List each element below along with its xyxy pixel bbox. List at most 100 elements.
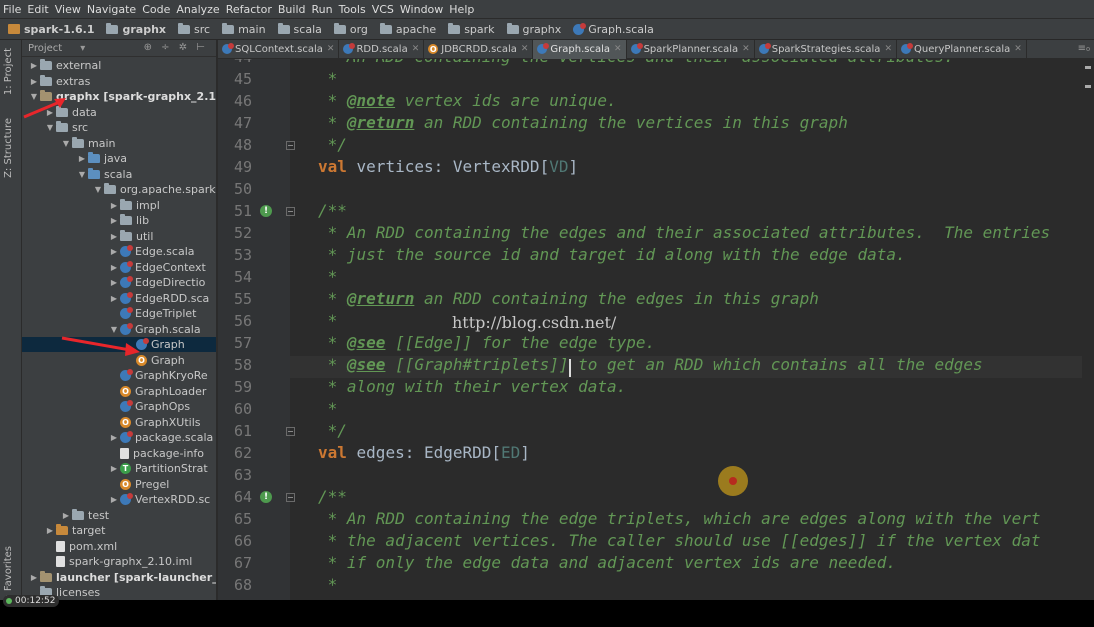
expand-down-icon[interactable]: ▼ [60,139,72,148]
code-line[interactable]: * [318,68,338,90]
implementation-marker-icon[interactable]: ! [260,205,272,217]
fold-icon[interactable] [286,493,295,502]
menu-item-build[interactable]: Build [278,3,306,16]
panel-controls-icon[interactable]: ⊕ ÷ ✲ ⊢ [144,42,208,53]
close-icon[interactable]: ✕ [884,44,892,54]
tree-item[interactable]: ▶ java [22,151,216,166]
right-marker-strip[interactable] [1082,59,1094,607]
menu-item-refactor[interactable]: Refactor [226,3,272,16]
expand-right-icon[interactable]: ▶ [108,294,120,303]
menu-item-tools[interactable]: Tools [339,3,366,16]
expand-right-icon[interactable]: ▶ [76,154,88,163]
expand-right-icon[interactable]: ▶ [28,573,40,582]
menu-item-analyze[interactable]: Analyze [176,3,219,16]
tree-item[interactable]: ▶ impl [22,198,216,213]
breadcrumb-item[interactable]: graphx [106,22,166,36]
close-icon[interactable]: ✕ [1014,44,1022,54]
close-icon[interactable]: ✕ [412,44,420,54]
code-line[interactable]: * along with their vertex data. [318,376,627,398]
expand-right-icon[interactable]: ▶ [108,216,120,225]
tree-item[interactable]: O Pregel [22,477,216,492]
expand-right-icon[interactable]: ▶ [108,263,120,272]
code-line[interactable]: * [318,266,338,288]
menu-item-window[interactable]: Window [400,3,443,16]
tab-list-icon[interactable]: ≡₀ [1078,43,1090,54]
close-icon[interactable]: ✕ [614,44,622,54]
code-line[interactable]: /** [318,486,347,508]
expand-right-icon[interactable]: ▶ [108,201,120,210]
tree-item[interactable]: package-info [22,446,216,461]
tree-item[interactable]: ▶ test [22,508,216,523]
expand-right-icon[interactable]: ▶ [108,464,120,473]
code-line[interactable]: * just the source id and target id along… [318,244,906,266]
code-editor[interactable]: 44 45 46 47 48 49 50 51! 52 53 54 55 56 57 58 59 60 61 62 6… [218,59,1094,607]
editor-tab[interactable]: SparkStrategies.scala ✕ [755,39,897,59]
tree-item[interactable]: ▶ package.scala [22,430,216,445]
expand-right-icon[interactable]: ▶ [108,433,120,442]
chevron-down-icon[interactable]: ▾ [80,43,85,54]
expand-right-icon[interactable]: ▶ [44,526,56,535]
expand-right-icon[interactable]: ▶ [108,278,120,287]
menu-item-file[interactable]: File [3,3,21,16]
breadcrumb-item[interactable]: scala [277,22,322,36]
code-line[interactable]: * @return an RDD containing the vertices… [318,112,848,134]
fold-icon[interactable] [286,141,295,150]
close-icon[interactable]: ✕ [742,44,750,54]
code-line[interactable]: * @see [[Graph#triplets]] to get an RDD … [318,354,983,376]
code-line[interactable]: */ [318,420,347,442]
error-stripe-marker[interactable] [1085,85,1091,88]
tree-item[interactable]: ▶ launcher [spark-launcher_2.10 [22,570,216,585]
menu-item-view[interactable]: View [55,3,81,16]
code-line[interactable]: * @return an RDD containing the edges in… [318,288,819,310]
code-line[interactable]: * @note vertex ids are unique. [318,90,617,112]
code-line[interactable]: */ [318,134,347,156]
tree-item[interactable]: ▶ T PartitionStrat [22,461,216,476]
breadcrumb-item[interactable]: spark [448,22,495,36]
tree-item[interactable]: EdgeTriplet [22,306,216,321]
tree-item[interactable]: GraphKryoRe [22,368,216,383]
breadcrumb-item[interactable]: src [178,22,210,36]
project-view-selector[interactable]: Project [28,43,62,54]
code-line[interactable]: * [318,310,338,332]
code-line[interactable]: * An RDD containing the edges and their … [318,222,1050,244]
tree-item[interactable]: ▶ EdgeRDD.sca [22,291,216,306]
menu-item-vcs[interactable]: VCS [372,3,394,16]
tree-item[interactable]: pom.xml [22,539,216,554]
expand-down-icon[interactable]: ▼ [108,325,120,334]
error-stripe-marker[interactable] [1085,66,1091,69]
expand-down-icon[interactable]: ▼ [76,170,88,179]
editor-tab[interactable]: O JDBCRDD.scala ✕ [424,39,534,59]
expand-right-icon[interactable]: ▶ [108,495,120,504]
tree-item[interactable]: ▶ VertexRDD.sc [22,492,216,507]
tree-item[interactable]: spark-graphx_2.10.iml [22,554,216,569]
code-line[interactable]: * An RDD containing the vertices and the… [318,59,954,68]
breadcrumb-item[interactable]: graphx [506,22,561,36]
tree-item[interactable]: ▼ main [22,136,216,151]
tree-item[interactable]: ▼ org.apache.spark [22,182,216,197]
tree-item[interactable]: ▼ scala [22,167,216,182]
menu-item-code[interactable]: Code [142,3,170,16]
tree-item[interactable]: ▶ EdgeContext [22,260,216,275]
close-icon[interactable]: ✕ [521,44,529,54]
breadcrumb-item[interactable]: main [222,22,266,36]
tree-item[interactable]: ▶ util [22,229,216,244]
fold-icon[interactable] [286,427,295,436]
breadcrumb-item[interactable]: apache [379,22,436,36]
expand-down-icon[interactable]: ▼ [44,123,56,132]
code-line[interactable]: * An RDD containing the edge triplets, w… [318,508,1041,530]
tree-item[interactable]: ▶ EdgeDirectio [22,275,216,290]
code-line[interactable]: val vertices: VertexRDD[VD] [318,156,578,178]
code-line[interactable]: * if only the edge data and adjacent ver… [318,552,896,574]
code-line[interactable]: /** [318,200,347,222]
expand-right-icon[interactable]: ▶ [108,232,120,241]
tree-item[interactable]: ▶ target [22,523,216,538]
structure-tool-tab[interactable]: Z: Structure [3,118,14,178]
menu-item-run[interactable]: Run [312,3,333,16]
editor-tab[interactable]: RDD.scala ✕ [339,39,425,59]
breadcrumb-item[interactable]: Graph.scala [573,22,654,36]
expand-right-icon[interactable]: ▶ [28,61,40,70]
breadcrumb-item[interactable]: spark-1.6.1 [8,23,94,36]
tree-item[interactable]: ▶ Edge.scala [22,244,216,259]
expand-down-icon[interactable]: ▼ [92,185,104,194]
menu-item-help[interactable]: Help [449,3,474,16]
